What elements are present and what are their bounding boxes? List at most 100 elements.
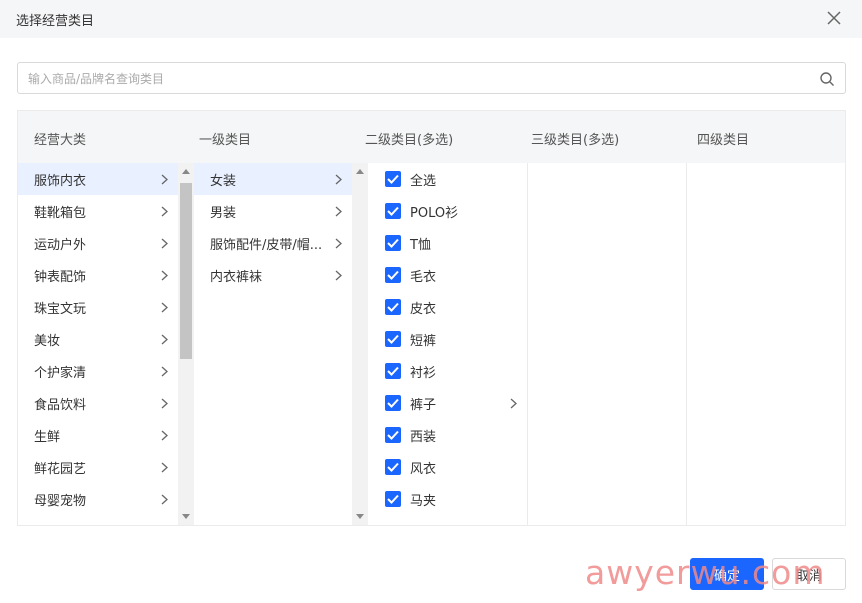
level2-category-item[interactable]: POLO衫 xyxy=(370,195,527,227)
col-header-level2: 二级类目(多选) xyxy=(365,133,454,148)
major-category-item-label: 鲜花园艺 xyxy=(34,461,87,477)
major-category-item[interactable]: 钟表配饰 xyxy=(18,259,178,291)
checkbox-checked-icon[interactable] xyxy=(385,395,401,411)
level1-category-item[interactable]: 男装 xyxy=(194,195,352,227)
chevron-right-icon xyxy=(510,398,517,409)
major-category-item[interactable]: 个护家清 xyxy=(18,355,178,387)
level2-category-item[interactable]: 皮衣 xyxy=(370,291,527,323)
level2-category-item[interactable]: 西装 xyxy=(370,419,527,451)
level1-category-item-label: 内衣裤袜 xyxy=(210,269,263,285)
major-category-list: 服饰内衣鞋靴箱包运动户外钟表配饰珠宝文玩美妆个护家清食品饮料生鲜鲜花园艺母婴宠物 xyxy=(18,163,178,525)
checkbox-checked-icon[interactable] xyxy=(385,267,401,283)
major-category-item[interactable]: 鞋靴箱包 xyxy=(18,195,178,227)
level2-category-item[interactable]: 全选 xyxy=(370,163,527,195)
level2-category-item[interactable]: 风衣 xyxy=(370,451,527,483)
major-category-item[interactable]: 珠宝文玩 xyxy=(18,291,178,323)
level2-category-item[interactable]: T恤 xyxy=(370,227,527,259)
chevron-right-icon xyxy=(335,238,342,249)
level2-category-item-label: 短裤 xyxy=(410,333,437,349)
chevron-right-icon xyxy=(161,398,168,409)
level2-category-item-label: 裤子 xyxy=(410,397,437,413)
level4-category-list xyxy=(688,163,845,525)
chevron-right-icon xyxy=(161,270,168,281)
chevron-right-icon xyxy=(161,462,168,473)
chevron-right-icon xyxy=(161,238,168,249)
chevron-right-icon xyxy=(161,206,168,217)
level2-category-item-label: 西装 xyxy=(410,429,437,445)
checkbox-checked-icon[interactable] xyxy=(385,299,401,315)
checkbox-checked-icon[interactable] xyxy=(385,363,401,379)
level1-category-item-label: 女装 xyxy=(210,173,237,189)
col-header-major: 经营大类 xyxy=(34,133,87,148)
chevron-right-icon xyxy=(335,270,342,281)
level2-category-list: 全选 POLO衫 T恤毛衣皮衣短裤衬衫裤子西装风衣马夹 xyxy=(370,163,528,525)
level1-category-list: 女装男装服饰配件/皮带/帽... 内衣裤袜 xyxy=(194,163,352,525)
major-category-item[interactable]: 生鲜 xyxy=(18,419,178,451)
major-category-item[interactable]: 母婴宠物 xyxy=(18,483,178,515)
scroll-up-icon[interactable] xyxy=(182,169,190,174)
col-header-level4: 四级类目 xyxy=(697,133,750,148)
major-category-item-label: 珠宝文玩 xyxy=(34,301,87,317)
major-category-item-label: 钟表配饰 xyxy=(34,269,87,285)
level1-category-item-label: 服饰配件/皮带/帽... xyxy=(210,237,323,253)
level2-category-item[interactable]: 短裤 xyxy=(370,323,527,355)
major-category-item[interactable]: 食品饮料 xyxy=(18,387,178,419)
major-category-item-label: 运动户外 xyxy=(34,237,87,253)
dialog-title: 选择经营类目 xyxy=(16,13,95,29)
confirm-button[interactable]: 确定 xyxy=(690,558,764,590)
chevron-right-icon xyxy=(335,206,342,217)
chevron-right-icon xyxy=(335,174,342,185)
search-icon[interactable] xyxy=(819,71,835,87)
category-panel: 经营大类 一级类目 二级类目(多选) 三级类目(多选) 四级类目 服饰内衣鞋靴箱… xyxy=(17,110,846,526)
close-icon[interactable] xyxy=(824,8,844,28)
level2-category-item-label: 皮衣 xyxy=(410,301,437,317)
category-dialog: 选择经营类目 经营大类 一级类目 二级类目(多选) 三级类目(多选) 四级类目 … xyxy=(0,0,862,603)
level2-category-item-label: 毛衣 xyxy=(410,269,437,285)
major-category-item[interactable]: 鲜花园艺 xyxy=(18,451,178,483)
cancel-button[interactable]: 取消 xyxy=(772,558,846,590)
major-category-item-label: 鞋靴箱包 xyxy=(34,205,87,221)
level2-category-item[interactable]: 衬衫 xyxy=(370,355,527,387)
level2-category-item[interactable]: 裤子 xyxy=(370,387,527,419)
major-category-item[interactable]: 美妆 xyxy=(18,323,178,355)
scroll-up-icon[interactable] xyxy=(356,169,364,174)
major-category-item-label: 个护家清 xyxy=(34,365,87,381)
level3-category-list xyxy=(529,163,687,525)
level2-category-item-label: 风衣 xyxy=(410,461,437,477)
level2-category-item[interactable]: 马夹 xyxy=(370,483,527,515)
level2-category-item[interactable]: 毛衣 xyxy=(370,259,527,291)
chevron-right-icon xyxy=(161,494,168,505)
major-category-item[interactable]: 服饰内衣 xyxy=(18,163,178,195)
col-header-level3: 三级类目(多选) xyxy=(531,133,620,148)
major-category-item-label: 美妆 xyxy=(34,333,61,349)
level2-category-item-label: 马夹 xyxy=(410,493,437,509)
major-category-item[interactable]: 运动户外 xyxy=(18,227,178,259)
chevron-right-icon xyxy=(161,302,168,313)
search-input[interactable] xyxy=(28,69,798,89)
checkbox-checked-icon[interactable] xyxy=(385,427,401,443)
checkbox-checked-icon[interactable] xyxy=(385,171,401,187)
level2-category-item-label: POLO衫 xyxy=(410,205,459,221)
checkbox-checked-icon[interactable] xyxy=(385,491,401,507)
level1-category-item[interactable]: 服饰配件/皮带/帽... xyxy=(194,227,352,259)
scroll-down-icon[interactable] xyxy=(356,514,364,519)
chevron-right-icon xyxy=(161,334,168,345)
level1-category-item[interactable]: 内衣裤袜 xyxy=(194,259,352,291)
checkbox-checked-icon[interactable] xyxy=(385,459,401,475)
level2-category-item-label: 全选 xyxy=(410,173,437,189)
scrollbar-thumb[interactable] xyxy=(180,183,192,359)
level2-category-item-label: T恤 xyxy=(410,237,431,253)
major-category-item-label: 食品饮料 xyxy=(34,397,87,413)
checkbox-checked-icon[interactable] xyxy=(385,235,401,251)
level1-category-item[interactable]: 女装 xyxy=(194,163,352,195)
chevron-right-icon xyxy=(161,366,168,377)
checkbox-checked-icon[interactable] xyxy=(385,203,401,219)
chevron-right-icon xyxy=(161,430,168,441)
chevron-right-icon xyxy=(161,174,168,185)
scroll-down-icon[interactable] xyxy=(182,514,190,519)
column-headers: 经营大类 一级类目 二级类目(多选) 三级类目(多选) 四级类目 xyxy=(18,111,845,163)
checkbox-checked-icon[interactable] xyxy=(385,331,401,347)
major-category-item-label: 母婴宠物 xyxy=(34,493,87,509)
level1-category-scrollbar[interactable] xyxy=(352,163,368,525)
major-category-scrollbar[interactable] xyxy=(178,163,194,525)
